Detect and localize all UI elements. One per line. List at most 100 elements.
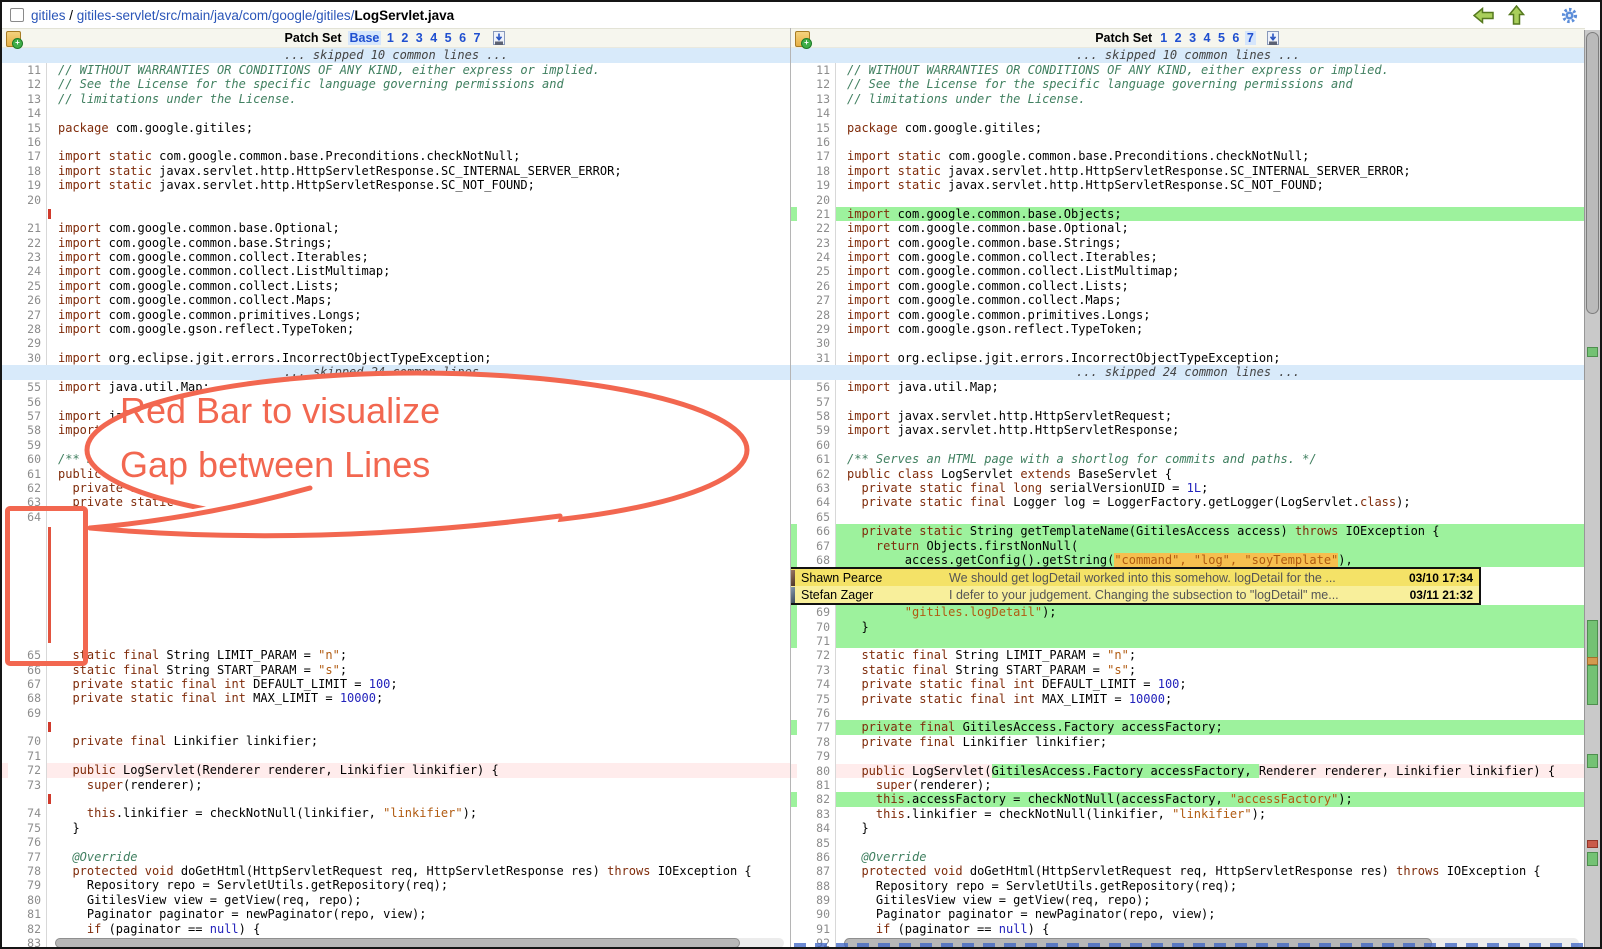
breadcrumb-project-link[interactable]: gitiles: [31, 8, 66, 23]
code-text: import org.eclipse.jgit.errors.Incorrect…: [836, 351, 1585, 365]
line-number: 78: [797, 735, 836, 749]
patchset-link-base[interactable]: Base: [348, 31, 382, 45]
line-number: 12: [8, 77, 47, 91]
gap-red-bar: [48, 722, 51, 732]
code-text: import org.eclipse.jgit.errors.Incorrect…: [47, 351, 790, 365]
line-number: 29: [8, 336, 47, 350]
add-file-comment-icon[interactable]: +: [6, 31, 21, 47]
code-text: [47, 135, 790, 149]
download-patch-icon[interactable]: [492, 31, 507, 46]
line-number: 20: [8, 193, 47, 207]
code-line: 67 private static final int DEFAULT_LIMI…: [2, 677, 790, 691]
line-number: 23: [8, 250, 47, 264]
file-reviewed-checkbox[interactable]: [10, 8, 24, 22]
code-line: 17import static com.google.common.base.P…: [791, 149, 1585, 163]
patchset-link-4[interactable]: 4: [1202, 31, 1213, 45]
code-line: 25import com.google.common.collect.ListM…: [791, 264, 1585, 278]
patchset-link-1[interactable]: 1: [385, 31, 396, 45]
line-number: 25: [797, 264, 836, 278]
line-number: 21: [797, 207, 836, 221]
code-text: import com.google.common.collect.Iterabl…: [47, 250, 790, 264]
code-text: import com.google.common.base.Optional;: [836, 221, 1585, 235]
code-text: this.accessFactory = checkNotNull(access…: [836, 792, 1585, 806]
patchset-link-1[interactable]: 1: [1158, 31, 1169, 45]
patchset-link-4[interactable]: 4: [428, 31, 439, 45]
patchset-link-5[interactable]: 5: [443, 31, 454, 45]
patchset-link-7[interactable]: 7: [1245, 31, 1256, 45]
next-file-arrow-up-icon[interactable]: [1508, 5, 1525, 25]
code-line: 82 if (paginator == null) {: [2, 922, 790, 936]
code-text: [47, 720, 790, 734]
code-text: Repository repo = ServletUtils.getReposi…: [47, 878, 790, 892]
prev-file-arrow-left-icon[interactable]: [1473, 7, 1494, 24]
code-line: 14: [2, 106, 790, 120]
code-line: 58import javax.servlet.http.HttpServletR…: [791, 409, 1585, 423]
line-number: 76: [797, 706, 836, 720]
line-number: 84: [797, 821, 836, 835]
patchset-link-7[interactable]: 7: [472, 31, 483, 45]
code-text: import com.google.common.collect.Maps;: [836, 293, 1585, 307]
comment-row[interactable]: Stefan ZagerI defer to your judgement. C…: [790, 586, 1479, 603]
code-line: 31import org.eclipse.jgit.errors.Incorre…: [791, 351, 1585, 365]
inline-comment-thread[interactable]: Shawn PearceWe should get logDetail work…: [790, 567, 1481, 605]
line-number: 89: [797, 893, 836, 907]
patchset-link-6[interactable]: 6: [457, 31, 468, 45]
add-file-comment-icon[interactable]: +: [795, 31, 810, 47]
line-number: 81: [797, 778, 836, 792]
line-number: 18: [797, 164, 836, 178]
code-line: 12// See the License for the specific la…: [791, 77, 1585, 91]
line-number: 17: [797, 149, 836, 163]
patchset-link-3[interactable]: 3: [1187, 31, 1198, 45]
gap-red-bar: [48, 527, 51, 643]
code-text: private final GitilesAccess.Factory acce…: [836, 720, 1585, 734]
code-line: 90 Paginator paginator = newPaginator(re…: [791, 907, 1585, 921]
code-text: import com.google.gson.reflect.TypeToken…: [47, 322, 790, 336]
download-patch-icon[interactable]: [1266, 31, 1281, 46]
code-text: // limitations under the License.: [836, 92, 1585, 106]
horizontal-scrollbar-thumb[interactable]: [55, 938, 740, 947]
code-text: public LogServlet(Renderer renderer, Lin…: [47, 763, 790, 777]
code-line: 58import javax.servlet.http.HttpServletR…: [2, 423, 790, 437]
code-line: 16: [791, 135, 1585, 149]
line-number: 28: [797, 308, 836, 322]
code-text: import static javax.servlet.http.HttpSer…: [47, 164, 790, 178]
code-line: 79: [791, 749, 1585, 763]
line-number: 68: [8, 691, 47, 705]
line-number: 63: [8, 495, 47, 509]
code-text: import com.google.common.collect.Maps;: [47, 293, 790, 307]
code-line: 89 GitilesView view = getView(req, repo)…: [791, 893, 1585, 907]
patchset-link-5[interactable]: 5: [1216, 31, 1227, 45]
patchset-link-2[interactable]: 2: [1173, 31, 1184, 45]
patchset-link-3[interactable]: 3: [414, 31, 425, 45]
vertical-scrollbar-thumb[interactable]: [1586, 32, 1599, 314]
line-number: 65: [797, 510, 836, 524]
line-number: 59: [797, 423, 836, 437]
breadcrumb-path-link[interactable]: gitiles-servlet/src/main/java/com/google…: [77, 8, 355, 23]
breadcrumb-file-name: LogServlet.java: [354, 8, 454, 23]
line-number: 62: [8, 481, 47, 495]
line-number: 20: [797, 193, 836, 207]
line-number: 67: [797, 539, 836, 553]
line-number: 23: [797, 236, 836, 250]
code-line: 20: [2, 193, 790, 207]
line-number: 63: [797, 481, 836, 495]
line-number: 62: [797, 467, 836, 481]
code-line: 65 static final String LIMIT_PARAM = "n"…: [2, 648, 790, 662]
settings-gear-icon[interactable]: [1561, 7, 1578, 24]
patchset-link-2[interactable]: 2: [399, 31, 410, 45]
patchset-link-6[interactable]: 6: [1230, 31, 1241, 45]
code-line: 27import com.google.common.collect.Maps;: [791, 293, 1585, 307]
diff-gap-row: [2, 524, 790, 648]
line-number: 55: [8, 380, 47, 394]
horizontal-scrollbar[interactable]: [55, 938, 784, 947]
diff-gap-row: [2, 207, 790, 221]
code-line: 59: [2, 438, 790, 452]
code-line: 64 private static final Logger log = Log…: [791, 495, 1585, 509]
code-line: 78 protected void doGetHtml(HttpServletR…: [2, 864, 790, 878]
comment-timestamp: 03/10 17:34: [1387, 571, 1479, 585]
vertical-scrollbar[interactable]: [1584, 30, 1600, 947]
code-line: 13// limitations under the License.: [791, 92, 1585, 106]
line-number: 30: [797, 336, 836, 350]
line-number: 69: [797, 605, 836, 619]
comment-row[interactable]: Shawn PearceWe should get logDetail work…: [790, 569, 1479, 586]
